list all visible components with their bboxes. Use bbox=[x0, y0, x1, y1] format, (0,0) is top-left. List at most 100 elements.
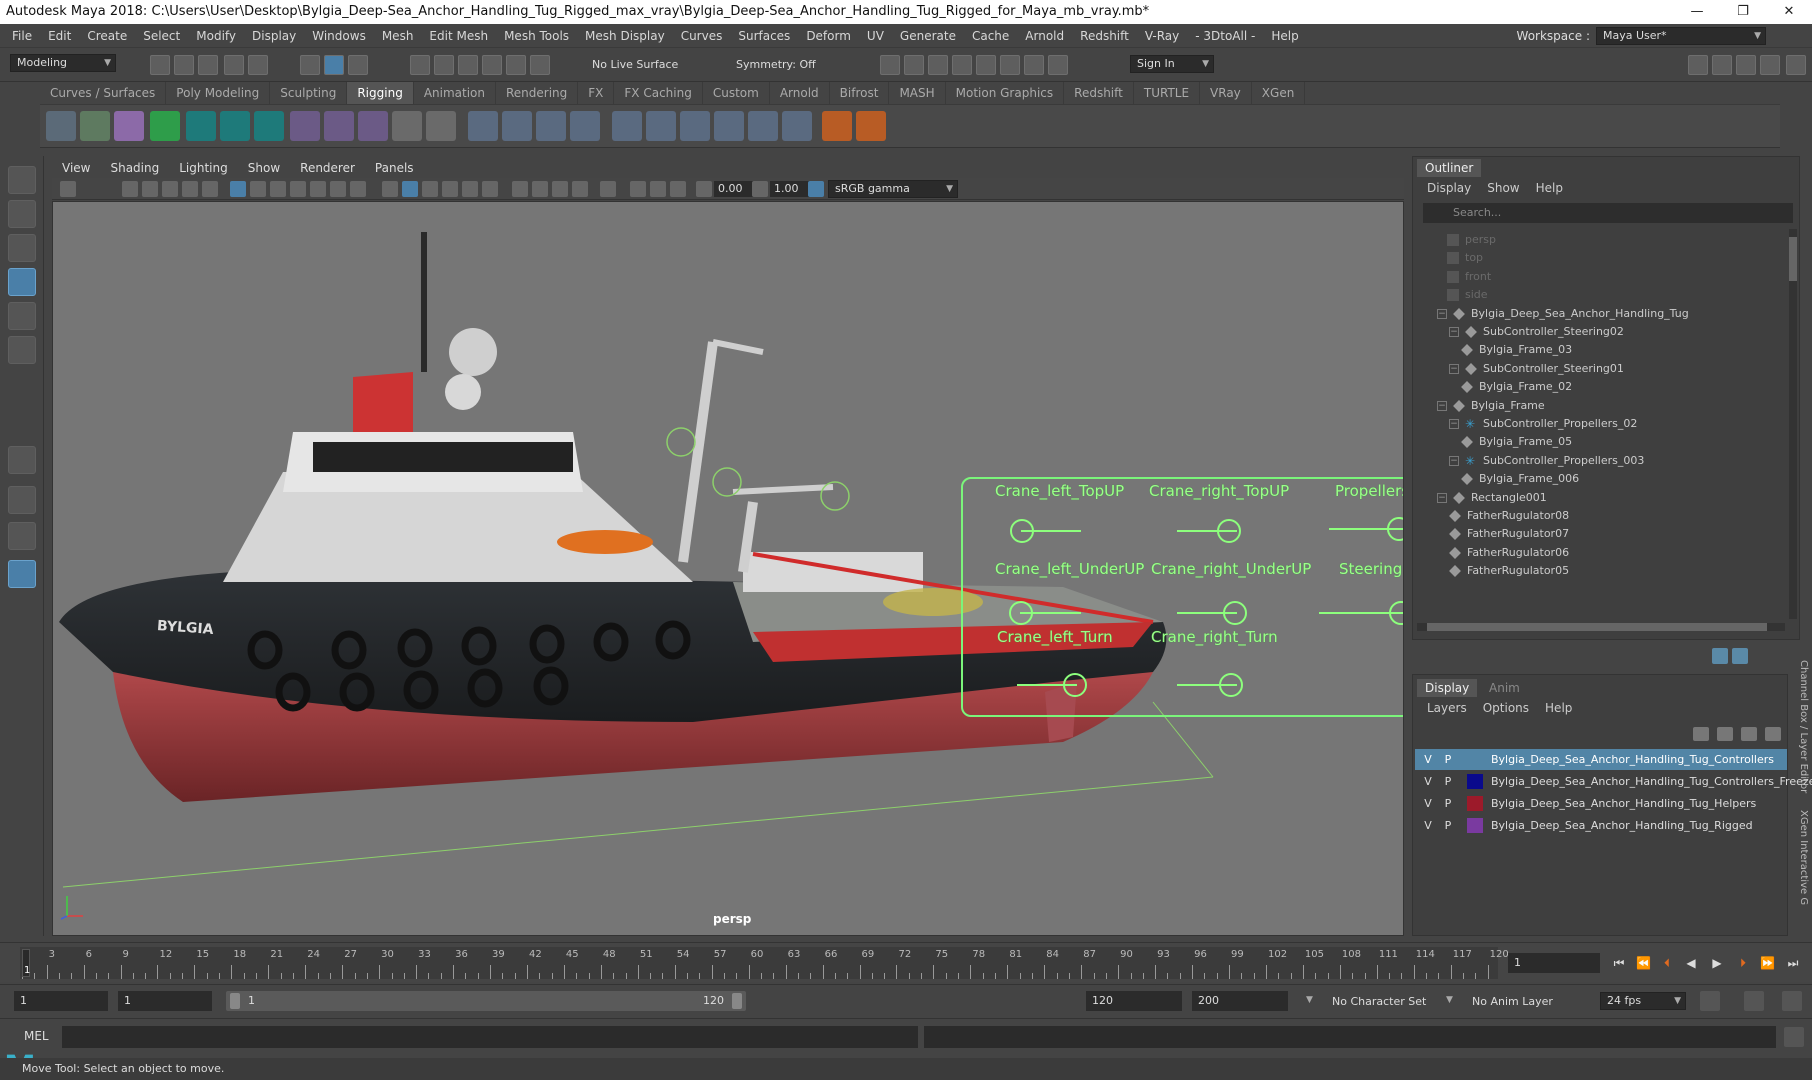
menu-set-dropdown[interactable]: Modeling ▼ bbox=[10, 54, 116, 72]
shelf-tab[interactable]: FX bbox=[578, 82, 615, 104]
render-current-icon[interactable] bbox=[904, 55, 924, 75]
menu-item[interactable]: Surfaces bbox=[730, 29, 798, 43]
anti-aliasing-icon[interactable] bbox=[552, 181, 568, 197]
vray-framebuffer-icon[interactable] bbox=[1024, 55, 1044, 75]
playback-toggle[interactable]: P bbox=[1441, 815, 1455, 836]
play-forward-icon[interactable]: ▶ bbox=[1710, 956, 1724, 970]
display-tab[interactable]: Display bbox=[1417, 679, 1478, 697]
step-forward-frame-icon[interactable]: ⏵ bbox=[1736, 956, 1750, 970]
redo-icon[interactable] bbox=[248, 55, 268, 75]
collapse-icon[interactable]: − bbox=[1449, 363, 1459, 374]
display-layer-row[interactable]: V P Bylgia_Deep_Sea_Anchor_Handling_Tug_He… bbox=[1415, 793, 1787, 814]
chevron-down-icon[interactable]: ▼ bbox=[1446, 995, 1453, 1005]
menu-item[interactable]: Mesh Tools bbox=[496, 29, 577, 43]
menu-item[interactable]: Display bbox=[244, 29, 304, 43]
perspective-viewport[interactable]: BYLGIA Crane_left_TopUP Crane_right_TopU… bbox=[52, 201, 1404, 936]
rotate-tool-icon[interactable] bbox=[8, 302, 36, 330]
outliner-menu-item[interactable]: Show bbox=[1479, 181, 1527, 195]
image-plane-icon[interactable] bbox=[162, 181, 178, 197]
save-scene-icon[interactable] bbox=[198, 55, 218, 75]
grease-pencil-icon[interactable] bbox=[202, 181, 218, 197]
menu-item[interactable]: - 3DtoAll - bbox=[1187, 29, 1263, 43]
loop-icon[interactable] bbox=[1700, 991, 1720, 1011]
four-view-layout-icon[interactable] bbox=[8, 486, 36, 514]
range-bar[interactable]: 1 120 bbox=[226, 991, 746, 1011]
collapse-icon[interactable]: − bbox=[1437, 400, 1447, 411]
two-d-pan-zoom-icon[interactable] bbox=[182, 181, 198, 197]
safe-action-icon[interactable] bbox=[330, 181, 346, 197]
color-space-dropdown[interactable]: sRGB gamma ▼ bbox=[828, 180, 958, 198]
shelf-tab[interactable]: Bifrost bbox=[830, 82, 890, 104]
view-transform-icon[interactable] bbox=[808, 181, 824, 197]
snap-together-icon[interactable] bbox=[530, 55, 550, 75]
point-constraint-icon[interactable] bbox=[468, 111, 498, 141]
current-frame-field[interactable]: 1 bbox=[1508, 953, 1600, 973]
outliner-menu-item[interactable]: Display bbox=[1419, 181, 1479, 195]
orient-constraint-icon[interactable] bbox=[536, 111, 566, 141]
gamma-icon[interactable] bbox=[752, 181, 768, 197]
select-hierarchy-icon[interactable] bbox=[300, 55, 320, 75]
animation-preferences-icon[interactable] bbox=[1782, 991, 1802, 1011]
ik-fk-switch-icon[interactable] bbox=[856, 111, 886, 141]
normal-constraint-icon[interactable] bbox=[714, 111, 744, 141]
move-tool-icon[interactable] bbox=[8, 268, 36, 296]
menu-item[interactable]: Edit Mesh bbox=[421, 29, 496, 43]
collapse-icon[interactable]: − bbox=[1437, 492, 1447, 503]
select-tool-icon[interactable] bbox=[8, 166, 36, 194]
xgen-side-tab[interactable]: XGen Interactive G bbox=[1793, 810, 1809, 930]
layer-color-swatch[interactable] bbox=[1467, 796, 1483, 811]
menu-item[interactable]: Mesh bbox=[374, 29, 422, 43]
viewport-menu-item[interactable]: Show bbox=[238, 161, 290, 175]
locator-icon[interactable] bbox=[822, 111, 852, 141]
shelf-tab[interactable]: Arnold bbox=[770, 82, 830, 104]
outliner-item[interactable]: FatherRugulator05 bbox=[1449, 560, 1569, 581]
outliner-layout-icon[interactable] bbox=[8, 560, 36, 588]
shelf-tab[interactable]: Rendering bbox=[496, 82, 579, 104]
collapse-icon[interactable]: − bbox=[1449, 419, 1459, 429]
move-layer-up-icon[interactable] bbox=[1693, 727, 1709, 741]
wireframe-on-shaded-icon[interactable] bbox=[422, 181, 438, 197]
field-chart-icon[interactable] bbox=[310, 181, 326, 197]
menu-item[interactable]: Mesh Display bbox=[577, 29, 673, 43]
joint-tool-icon[interactable] bbox=[46, 111, 76, 141]
pause-icon[interactable] bbox=[1048, 55, 1068, 75]
textured-icon[interactable] bbox=[442, 181, 458, 197]
tangent-constraint-icon[interactable] bbox=[748, 111, 778, 141]
outliner-hscrollbar[interactable] bbox=[1417, 623, 1785, 631]
shelf-tab[interactable]: Redshift bbox=[1064, 82, 1134, 104]
workspace-dropdown[interactable]: Maya User* ▼ bbox=[1596, 27, 1766, 45]
range-start-handle[interactable] bbox=[230, 993, 240, 1009]
outliner-tab[interactable]: Outliner bbox=[1417, 159, 1482, 177]
hypershade-icon[interactable] bbox=[976, 55, 996, 75]
shelf-tab[interactable]: Poly Modeling bbox=[166, 82, 271, 104]
crane-left-underup-knob[interactable] bbox=[1009, 601, 1033, 625]
minimize-button[interactable]: — bbox=[1674, 0, 1720, 24]
shelf-tab[interactable]: FX Caching bbox=[614, 82, 703, 104]
anim-tab[interactable]: Anim bbox=[1489, 681, 1520, 695]
exposure-field[interactable]: 0.00 bbox=[714, 181, 754, 197]
menu-item[interactable]: Select bbox=[135, 29, 188, 43]
xray-active-icon[interactable] bbox=[650, 181, 666, 197]
paint-select-icon[interactable] bbox=[8, 234, 36, 262]
sign-in-dropdown[interactable]: Sign In ▼ bbox=[1130, 55, 1214, 73]
layer-menu-item[interactable]: Options bbox=[1475, 701, 1537, 715]
playback-toggle[interactable]: P bbox=[1441, 771, 1455, 792]
display-layer-row[interactable]: V P Bylgia_Deep_Sea_Anchor_Handling_Tug_Co… bbox=[1415, 749, 1787, 770]
viewport-menu-item[interactable]: View bbox=[52, 161, 100, 175]
layer-color-swatch[interactable] bbox=[1467, 752, 1483, 767]
safe-title-icon[interactable] bbox=[350, 181, 366, 197]
anim-layer-label[interactable]: No Anim Layer bbox=[1472, 995, 1553, 1008]
crane-right-turn-knob[interactable] bbox=[1219, 673, 1243, 697]
menu-item[interactable]: Generate bbox=[892, 29, 964, 43]
collapse-icon[interactable]: − bbox=[1449, 327, 1459, 337]
new-layer-selected-icon[interactable] bbox=[1765, 727, 1781, 741]
gate-mask-icon[interactable] bbox=[290, 181, 306, 197]
visibility-toggle[interactable]: V bbox=[1421, 771, 1435, 792]
menu-item[interactable]: Cache bbox=[964, 29, 1017, 43]
select-component-icon[interactable] bbox=[348, 55, 368, 75]
menu-item[interactable]: File bbox=[4, 29, 40, 43]
parent-constraint-icon[interactable] bbox=[570, 111, 600, 141]
menu-item[interactable]: UV bbox=[859, 29, 892, 43]
two-view-layout-icon[interactable] bbox=[8, 522, 36, 550]
playback-end-field[interactable]: 120 bbox=[1086, 991, 1182, 1011]
